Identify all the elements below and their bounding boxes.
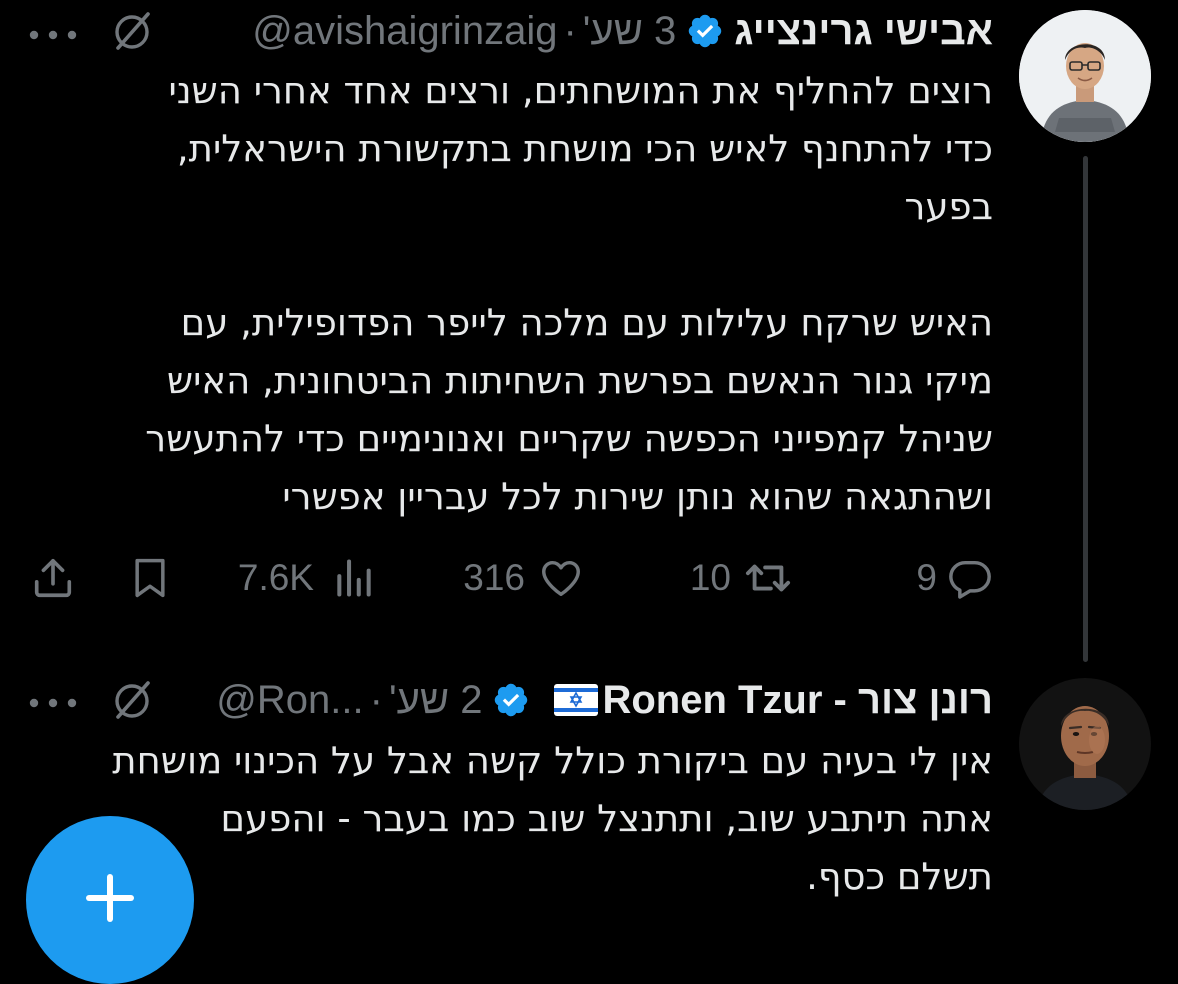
tweet-text-line: אתה תיתבע שוב, ותתנצל שוב כמו בעבר - והפ…	[220, 797, 993, 840]
more-options-icon[interactable]	[28, 694, 78, 708]
tweet-time[interactable]: 3 שע'	[583, 9, 676, 53]
tweet-header: אבישי גרינצייג @avishaigrinzaig · 3 שע'	[252, 6, 993, 56]
retweet-count: 10	[689, 557, 731, 598]
tweet-text-line: האיש שרקח עלילות עם מלכה לייפר הפדופילית…	[180, 301, 993, 344]
user-handle[interactable]: @Ron...	[216, 678, 363, 722]
heart-icon	[542, 560, 580, 597]
israel-flag-icon	[554, 684, 599, 716]
views-button[interactable]: 7.6K	[238, 548, 376, 608]
tweet-text: רוצים להחליף את המושחתים, ורצים אחד אחרי…	[145, 62, 993, 526]
retweet-icon	[745, 564, 791, 592]
grok-icon[interactable]	[110, 679, 154, 723]
display-name[interactable]: רונן צור - Ronen Tzur	[602, 678, 993, 723]
views-count: 7.6K	[237, 557, 314, 598]
more-options-icon[interactable]	[28, 26, 78, 40]
verified-badge-icon	[686, 12, 724, 50]
like-count: 316	[463, 557, 525, 598]
tweet-header: רונן צור - Ronen Tzur @Ron... · 2 שע'	[216, 675, 993, 725]
bookmark-icon	[135, 558, 165, 598]
tweet-text-line: בפער	[904, 185, 993, 228]
tweet-action-bar: 9 10 316 7.6K	[0, 548, 1178, 608]
tweet-text-line	[145, 236, 993, 294]
tweet-text-line: תשלם כסף.	[806, 855, 993, 898]
tweet-text-line: אין לי בעיה עם ביקורת כולל קשה אבל על הכ…	[112, 739, 993, 782]
grok-icon[interactable]	[110, 10, 154, 54]
like-button[interactable]: 316	[463, 548, 585, 608]
tweet-meta: @Ron... · 2 שע'	[216, 677, 483, 722]
reply-button[interactable]: 9	[916, 548, 993, 608]
avatar-image	[1019, 10, 1151, 142]
avatar[interactable]	[1019, 10, 1151, 142]
tweet-text-line: ושהתגאה שהוא נותן שירות לכל עבריין אפשרי	[282, 475, 993, 518]
tweet-text-line: כדי להתחנף לאיש הכי מושחת בתקשורת הישראל…	[176, 127, 993, 170]
compose-button[interactable]	[26, 816, 194, 984]
share-icon	[34, 558, 72, 598]
retweet-button[interactable]: 10	[690, 548, 793, 608]
tweet-meta: @avishaigrinzaig · 3 שע'	[252, 8, 677, 53]
share-button[interactable]	[30, 548, 76, 608]
tweet-text-line: מיקי גנור הנאשם בפרשת השחיתות הביטחונית,…	[166, 359, 993, 402]
reply-count: 9	[916, 557, 937, 598]
tweet-text-line: רוצים להחליף את המושחתים, ורצים אחד אחרי…	[168, 69, 993, 112]
bookmark-button[interactable]	[128, 548, 172, 608]
user-handle[interactable]: @avishaigrinzaig	[252, 9, 557, 53]
avatar[interactable]	[1019, 678, 1151, 810]
tweet-text-line: שניהל קמפייני הכפשה שקריים ואנונימיים כד…	[145, 417, 993, 460]
tweet-time[interactable]: 2 שע'	[389, 678, 482, 722]
plus-icon	[86, 874, 134, 922]
display-name[interactable]: אבישי גרינצייג	[734, 9, 993, 54]
views-chart-icon	[337, 559, 371, 597]
tweet[interactable]: אבישי גרינצייג @avishaigrinzaig · 3 שע' רו…	[0, 0, 1178, 662]
avatar-image	[1019, 678, 1151, 810]
reply-icon	[949, 560, 991, 599]
tweet-text: אין לי בעיה עם ביקורת כולל קשה אבל על הכ…	[112, 732, 993, 906]
verified-badge-icon	[492, 681, 530, 719]
